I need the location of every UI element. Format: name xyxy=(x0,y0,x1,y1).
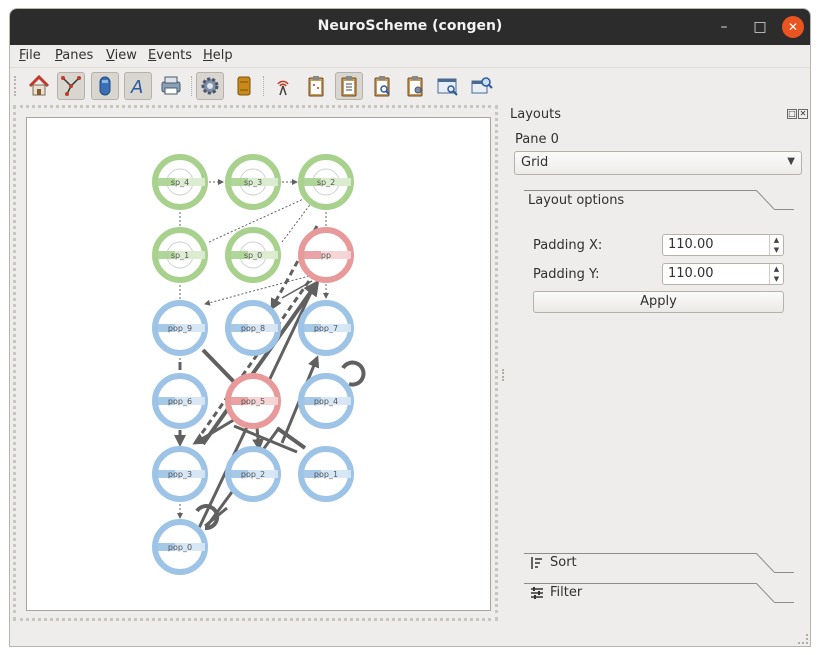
node-label: sp_0 xyxy=(244,251,262,260)
node-sp_1[interactable]: sp_1 xyxy=(152,227,208,283)
connectivity-icon[interactable] xyxy=(57,72,85,100)
node-sp_0[interactable]: sp_0 xyxy=(225,227,281,283)
node-label: pp xyxy=(321,251,331,260)
menu-events[interactable]: Events xyxy=(148,48,192,63)
node-sp_2[interactable]: sp_2 xyxy=(298,154,354,210)
radio-signal-icon[interactable] xyxy=(269,72,297,100)
clipboard-settings-icon[interactable] xyxy=(401,72,429,100)
node-pop_5[interactable]: pop_5 xyxy=(225,373,281,429)
toolbar-grip[interactable] xyxy=(14,76,17,96)
sort-section[interactable]: Sort xyxy=(524,553,794,575)
text-icon[interactable]: A xyxy=(124,72,152,100)
pane-0-frame: sp_4 sp_3 sp_2 sp_1 sp_0 pp pop_9 pop_8 pop_7pop… xyxy=(13,105,498,621)
dock-buttons: □ ✕ xyxy=(787,109,808,119)
node-label: pop_5 xyxy=(241,397,265,406)
apply-button[interactable]: Apply xyxy=(533,291,784,313)
settings-gear-icon[interactable] xyxy=(196,72,224,100)
node-pop_8[interactable]: pop_8 xyxy=(225,300,281,356)
scene-nodes: sp_4 sp_3 sp_2 sp_1 sp_0 pp pop_9 pop_8 pop_7pop… xyxy=(152,154,354,575)
spin-arrows-icon[interactable]: ▲ ▼ xyxy=(769,264,783,284)
toolbar-separator xyxy=(191,76,192,96)
menu-file[interactable]: File xyxy=(19,48,41,63)
node-label: pop_9 xyxy=(168,324,192,333)
padding-y-value: 110.00 xyxy=(668,266,714,281)
node-pop_6[interactable]: pop_6 xyxy=(152,373,208,429)
connection-edge[interactable] xyxy=(252,427,265,451)
node-label: pop_3 xyxy=(168,470,192,479)
node-pop_4[interactable]: pop_4 xyxy=(298,373,354,429)
maximize-button[interactable]: □ xyxy=(749,16,771,38)
node-pop_0[interactable]: pop_0 xyxy=(152,519,208,575)
node-label: pop_8 xyxy=(241,324,265,333)
window-search-icon[interactable] xyxy=(434,72,462,100)
resize-grip[interactable] xyxy=(798,634,808,644)
svg-text:A: A xyxy=(130,77,143,98)
app-window: NeuroScheme (congen) – □ ✕ File Panes Vi… xyxy=(9,8,811,647)
padding-x-label: Padding X: xyxy=(533,238,603,253)
clipboard-search-icon[interactable] xyxy=(368,72,396,100)
filter-icon xyxy=(531,586,543,599)
close-button[interactable]: ✕ xyxy=(782,16,804,38)
node-sp_3[interactable]: sp_3 xyxy=(225,154,281,210)
menu-panes[interactable]: Panes xyxy=(55,48,93,63)
node-label: pop_7 xyxy=(314,324,338,333)
sort-icon xyxy=(531,556,542,569)
filter-section[interactable]: Filter xyxy=(524,583,794,605)
layout-options-section[interactable]: Layout options xyxy=(524,190,794,212)
connection-edge[interactable] xyxy=(192,416,238,445)
scene-graph[interactable]: sp_4 sp_3 sp_2 sp_1 sp_0 pp pop_9 pop_8 pop_7pop… xyxy=(27,118,490,610)
column-icon[interactable] xyxy=(91,72,119,100)
node-label: sp_1 xyxy=(171,251,189,260)
node-label: pop_4 xyxy=(314,397,338,406)
pane-label: Pane 0 xyxy=(515,132,559,147)
menu-bar: File Panes View Events Help xyxy=(10,45,810,67)
node-label: sp_4 xyxy=(171,178,189,187)
node-label: sp_2 xyxy=(317,178,335,187)
window-zoom-icon[interactable] xyxy=(468,72,496,100)
sort-label: Sort xyxy=(550,555,577,570)
chevron-down-icon: ▼ xyxy=(787,156,795,167)
node-pop_1[interactable]: pop_1 xyxy=(298,446,354,502)
toolbar-separator xyxy=(263,76,264,96)
layout-options-label: Layout options xyxy=(528,193,625,208)
padding-x-spinbox[interactable]: 110.00 ▲ ▼ xyxy=(662,234,784,256)
node-label: pop_0 xyxy=(168,543,192,552)
node-sp_4[interactable]: sp_4 xyxy=(152,154,208,210)
node-label: sp_3 xyxy=(244,178,262,187)
database-icon[interactable] xyxy=(230,72,258,100)
dock-title: Layouts xyxy=(510,107,561,122)
dock-float-icon[interactable]: □ xyxy=(787,109,797,119)
node-pp[interactable]: pp xyxy=(298,227,354,283)
scene-canvas[interactable]: sp_4 sp_3 sp_2 sp_1 sp_0 pp pop_9 pop_8 pop_7pop… xyxy=(26,117,491,611)
dock-splitter[interactable] xyxy=(502,369,505,381)
clipboard-icon[interactable] xyxy=(302,72,330,100)
menu-help[interactable]: Help xyxy=(203,48,233,63)
window-title: NeuroScheme (congen) xyxy=(317,18,503,34)
padding-y-spinbox[interactable]: 110.00 ▲ ▼ xyxy=(662,263,784,285)
minimize-button[interactable]: – xyxy=(713,16,735,38)
node-label: pop_1 xyxy=(314,470,338,479)
node-pop_7[interactable]: pop_7 xyxy=(298,300,354,356)
layout-select[interactable]: Grid ▼ xyxy=(514,151,802,175)
printer-icon[interactable] xyxy=(157,72,185,100)
layout-select-value: Grid xyxy=(521,155,549,170)
home-icon[interactable] xyxy=(25,72,53,100)
layouts-dock: Layouts □ ✕ Pane 0 Grid ▼ Layout options… xyxy=(506,105,810,635)
node-label: pop_2 xyxy=(241,470,265,479)
padding-y-label: Padding Y: xyxy=(533,267,600,282)
node-pop_3[interactable]: pop_3 xyxy=(152,446,208,502)
padding-x-value: 110.00 xyxy=(668,237,714,252)
spin-arrows-icon[interactable]: ▲ ▼ xyxy=(769,235,783,255)
clipboard-layout-icon[interactable] xyxy=(335,72,363,100)
node-pop_9[interactable]: pop_9 xyxy=(152,300,208,356)
node-label: pop_6 xyxy=(168,397,192,406)
dock-close-icon[interactable]: ✕ xyxy=(798,109,808,119)
menu-view[interactable]: View xyxy=(106,48,137,63)
node-pop_2[interactable]: pop_2 xyxy=(225,446,281,502)
toolbar: A xyxy=(10,67,810,103)
title-bar: NeuroScheme (congen) – □ ✕ xyxy=(10,9,810,45)
self-loop-edge[interactable] xyxy=(341,360,366,387)
filter-label: Filter xyxy=(550,585,583,600)
